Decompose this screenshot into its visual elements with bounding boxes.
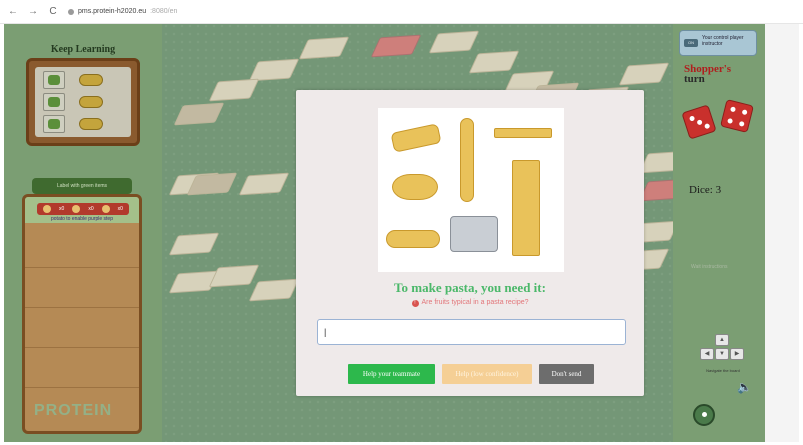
wood-grain: [25, 307, 139, 308]
hint-label: Are fruits typical in a pasta recipe?: [421, 299, 529, 306]
dont-send-button[interactable]: Don't send: [539, 364, 594, 384]
collected-note: potato to enable purple step: [51, 216, 113, 222]
control-text: Your control player instructor: [702, 35, 744, 47]
food-token-icon: [72, 205, 81, 213]
keep-learning-title: Keep Learning: [50, 44, 116, 55]
die-icon[interactable]: [720, 99, 754, 133]
protein-logo: PROTEIN: [34, 402, 113, 419]
browser-toolbar: ← → C pms.protein-h2020.eu:8080/en: [0, 0, 803, 24]
turn-indicator: Shopper's turn: [684, 64, 754, 85]
collected-count: x0: [59, 206, 65, 212]
answer-input[interactable]: [317, 319, 626, 345]
help-teammate-button[interactable]: Help your teammate: [348, 364, 435, 384]
question-modal: To make pasta, you need it: ! Are fruits …: [296, 90, 644, 396]
question-text: To make pasta, you need it:: [394, 280, 546, 295]
collect-label: Label with green items: [32, 178, 132, 194]
forward-icon[interactable]: →: [28, 6, 38, 17]
learning-chip[interactable]: [79, 118, 103, 130]
wood-grain: [25, 347, 139, 348]
control-player-box[interactable]: ON Your control player instructor: [679, 30, 757, 56]
navigation-keys: ▲ ◀ ▼ ▶: [699, 334, 745, 366]
connection-icon[interactable]: [693, 404, 715, 426]
collected-strip: x0 x0 x0: [37, 203, 129, 215]
dice-value: Dice: 3: [689, 184, 722, 196]
navigate-label: Navigate the board: [706, 368, 740, 373]
learning-card[interactable]: [43, 71, 65, 89]
url-path: :8080/en: [150, 8, 178, 15]
arrow-up-key[interactable]: ▲: [715, 334, 729, 346]
help-low-confidence-button[interactable]: Help (low confidence): [442, 364, 532, 384]
collected-header: x0 x0 x0 potato to enable purple step: [25, 197, 139, 223]
wait-instructions: Wait instructions: [691, 264, 728, 270]
food-token-icon: [43, 205, 51, 213]
turn-label: turn: [684, 73, 705, 85]
site-info-icon[interactable]: [68, 8, 74, 15]
learning-chip[interactable]: [79, 96, 103, 108]
lasagna-shape: [494, 128, 552, 138]
arrow-down-key[interactable]: ▼: [715, 348, 729, 360]
reload-icon[interactable]: C: [48, 6, 58, 17]
arrow-left-key[interactable]: ◀: [700, 348, 714, 360]
arrow-right-key[interactable]: ▶: [730, 348, 744, 360]
collected-count: x0: [117, 206, 123, 212]
wood-grain: [25, 387, 139, 388]
pasta-image: [378, 108, 564, 272]
speaker-icon[interactable]: 🔈: [737, 380, 752, 394]
hint-text: ! Are fruits typical in a pasta recipe?: [296, 299, 644, 307]
keep-learning-board: [26, 58, 140, 146]
farfalle-shape: [392, 174, 438, 200]
fusilli-shape: [460, 118, 474, 202]
left-panel: Keep Learning Label with green items x0 …: [4, 24, 162, 442]
penne-shape: [390, 123, 442, 153]
learning-card[interactable]: [43, 93, 65, 111]
pasta-machine-icon: [450, 216, 498, 252]
collected-items-box: x0 x0 x0 potato to enable purple step: [22, 194, 142, 434]
right-margin: [765, 24, 799, 442]
keep-learning-grid: [35, 67, 131, 137]
url-host: pms.protein-h2020.eu: [78, 8, 147, 15]
food-token-icon: [101, 205, 110, 213]
lasagnette-shape: [386, 230, 440, 248]
back-icon[interactable]: ←: [8, 6, 18, 17]
wood-grain: [25, 267, 139, 268]
collected-count: x0: [88, 206, 94, 212]
right-panel: ON Your control player instructor Shoppe…: [673, 24, 765, 442]
die-icon[interactable]: [681, 104, 717, 140]
address-bar[interactable]: pms.protein-h2020.eu:8080/en: [68, 8, 177, 15]
learning-card[interactable]: [43, 115, 65, 133]
spaghetti-shape: [512, 160, 540, 256]
learning-chip[interactable]: [79, 74, 103, 86]
control-tag: ON: [684, 39, 698, 47]
warning-icon: !: [411, 300, 419, 307]
